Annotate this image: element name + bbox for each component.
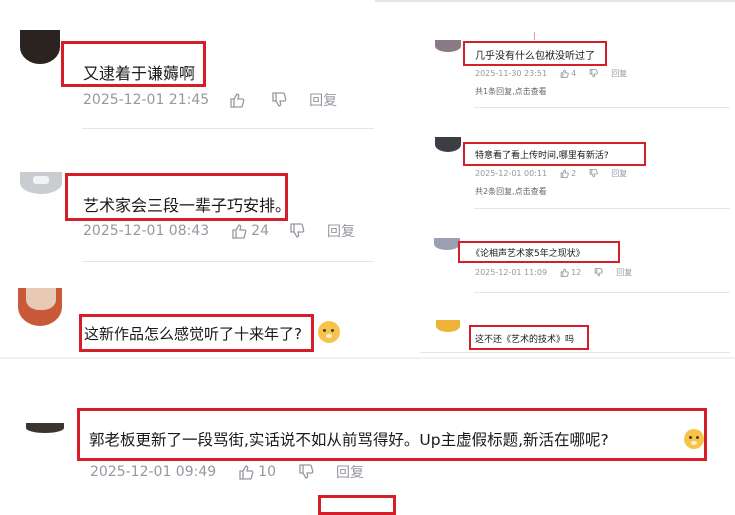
- comment-divider: [420, 352, 730, 353]
- thumb-up-icon: [230, 93, 245, 108]
- avatar[interactable]: [435, 137, 461, 152]
- scroll-marker: [534, 32, 535, 40]
- dislike-button[interactable]: [589, 169, 598, 178]
- avatar-detail: [26, 288, 56, 310]
- dog-emoji-icon: [318, 321, 340, 343]
- comment-divider: [82, 261, 374, 262]
- like-button[interactable]: 12: [560, 268, 581, 277]
- thumb-down-icon: [272, 92, 287, 107]
- comment-time: 2025-12-01 11:09: [475, 268, 548, 277]
- like-count: 2: [571, 169, 577, 178]
- dislike-button[interactable]: [271, 92, 287, 108]
- reply-button[interactable]: 回复: [336, 462, 364, 482]
- thumb-down-icon: [299, 464, 314, 479]
- comment-text: 又逮着于谦薅啊: [83, 64, 196, 83]
- like-count: 24: [251, 223, 269, 239]
- comment-time: 2025-12-01 09:49: [90, 464, 217, 480]
- like-count: 4: [571, 69, 577, 78]
- comment-meta: 2025-11-30 23:51 4 回复: [475, 68, 627, 79]
- thumb-down-icon: [290, 223, 305, 238]
- comment-time: 2025-12-01 21:45: [83, 92, 210, 108]
- comment-divider: [474, 208, 730, 209]
- reply-count-link[interactable]: 共2条回复,点击查看: [475, 186, 547, 197]
- like-button[interactable]: 4: [560, 69, 576, 78]
- reply-button[interactable]: 回复: [611, 68, 627, 79]
- thumb-up-icon: [560, 268, 569, 277]
- thumb-up-icon: [232, 224, 247, 239]
- like-button[interactable]: 24: [231, 223, 269, 239]
- reply-button[interactable]: 回复: [611, 168, 627, 179]
- avatar[interactable]: [20, 30, 60, 64]
- comment-text: 几乎没有什么包袱没听过了: [475, 51, 595, 62]
- reply-button[interactable]: 回复: [327, 221, 355, 241]
- comment-meta: 2025-12-01 00:11 2 回复: [475, 168, 627, 179]
- reply-button[interactable]: 回复: [309, 90, 337, 110]
- comment-divider: [474, 107, 730, 108]
- thumb-down-icon: [589, 69, 598, 78]
- comment-text: 《论相声艺术家5年之现状》: [471, 249, 585, 259]
- dislike-button[interactable]: [289, 223, 305, 239]
- comment-text: 郭老板更新了一段骂街,实话说不如从前骂得好。Up主虚假标题,新活在哪呢?: [89, 431, 609, 449]
- section-divider: [0, 357, 735, 359]
- avatar[interactable]: [436, 320, 460, 332]
- reply-button[interactable]: 回复: [616, 267, 632, 278]
- like-button[interactable]: 2: [560, 169, 576, 178]
- avatar[interactable]: [26, 423, 64, 433]
- comment-time: 2025-12-01 00:11: [475, 169, 548, 178]
- top-divider: [375, 0, 735, 2]
- avatar[interactable]: [435, 40, 461, 52]
- dislike-button[interactable]: [589, 69, 598, 78]
- comment-divider: [82, 128, 374, 129]
- comment-meta: 2025-12-01 11:09 12 回复: [475, 267, 632, 278]
- comment-meta: 2025-12-01 08:43 24 回复: [83, 221, 355, 241]
- avatar-detail: [33, 176, 49, 184]
- dislike-button[interactable]: [298, 464, 314, 480]
- reply-count-link[interactable]: 共1条回复,点击查看: [475, 86, 547, 97]
- thumb-down-icon: [589, 169, 598, 178]
- thumb-up-icon: [560, 169, 569, 178]
- thumb-up-icon: [239, 465, 254, 480]
- like-button[interactable]: [229, 92, 245, 108]
- comment-time: 2025-12-01 08:43: [83, 223, 210, 239]
- like-count: 12: [571, 268, 582, 277]
- comment-text: 特意看了看上传时间,哪里有新活?: [475, 151, 609, 161]
- highlight-box: [318, 495, 396, 515]
- avatar[interactable]: [434, 238, 460, 250]
- comment-meta: 2025-12-01 09:49 10 回复: [90, 462, 364, 482]
- comment-text: 这新作品怎么感觉听了十来年了?: [84, 325, 302, 343]
- thumb-up-icon: [560, 69, 569, 78]
- like-count: 10: [258, 464, 276, 480]
- comment-text: 这不还《艺术的技术》吗: [475, 335, 575, 345]
- comment-text: 艺术家会三段一辈子巧安排。: [83, 196, 292, 215]
- dog-emoji-icon: [684, 429, 704, 449]
- comment-divider: [474, 292, 730, 293]
- comment-time: 2025-11-30 23:51: [475, 69, 548, 78]
- like-button[interactable]: 10: [238, 464, 276, 480]
- thumb-down-icon: [594, 268, 604, 277]
- dislike-button[interactable]: [594, 268, 604, 277]
- comment-meta: 2025-12-01 21:45 回复: [83, 90, 337, 110]
